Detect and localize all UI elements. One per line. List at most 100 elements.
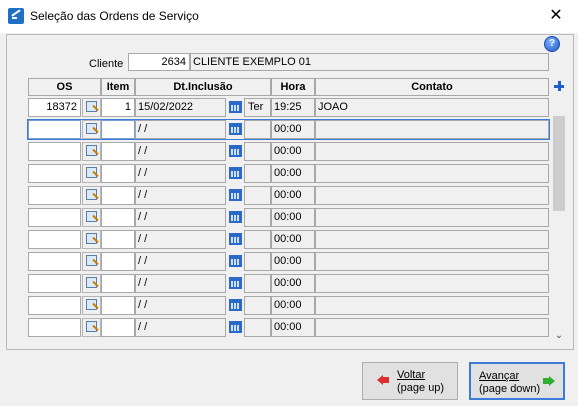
table-row[interactable]: / / 00:00 <box>7 185 573 207</box>
table-row[interactable]: / / 00:00 <box>7 229 573 251</box>
date-field: / / <box>135 252 226 271</box>
item-field[interactable] <box>101 274 135 293</box>
contato-field <box>315 318 549 337</box>
client-code-field[interactable]: 2634 <box>128 53 190 71</box>
item-field[interactable] <box>101 230 135 249</box>
search-os-button[interactable] <box>82 98 101 117</box>
item-field[interactable] <box>101 164 135 183</box>
magnifier-icon <box>86 167 97 178</box>
contato-field <box>315 252 549 271</box>
add-row-icon[interactable] <box>553 80 565 92</box>
date-field: / / <box>135 296 226 315</box>
hora-field: 00:00 <box>271 318 315 337</box>
search-os-button[interactable] <box>82 296 101 315</box>
calendar-button[interactable] <box>227 230 244 249</box>
table-row[interactable]: / / 00:00 <box>7 273 573 295</box>
hora-field: 00:00 <box>271 186 315 205</box>
date-field: / / <box>135 274 226 293</box>
calendar-button[interactable] <box>227 208 244 227</box>
title-bar: Seleção das Ordens de Serviço ✕ <box>0 0 578 33</box>
os-field[interactable] <box>28 296 81 315</box>
magnifier-icon <box>86 123 97 134</box>
magnifier-icon <box>86 145 97 156</box>
table-row[interactable]: / / 00:00 <box>7 119 573 141</box>
calendar-button[interactable] <box>227 274 244 293</box>
client-name-field: CLIENTE EXEMPLO 01 <box>190 53 549 71</box>
header-date[interactable]: Dt.Inclusão <box>135 78 271 96</box>
search-os-button[interactable] <box>82 274 101 293</box>
scrollbar-thumb[interactable] <box>553 116 565 211</box>
search-os-button[interactable] <box>82 164 101 183</box>
vertical-scrollbar[interactable]: ⌄ <box>551 98 567 343</box>
scroll-down-icon[interactable]: ⌄ <box>551 329 567 343</box>
calendar-button[interactable] <box>227 186 244 205</box>
item-field[interactable] <box>101 142 135 161</box>
item-field[interactable] <box>101 252 135 271</box>
item-field[interactable] <box>101 318 135 337</box>
header-item[interactable]: Item <box>101 78 135 96</box>
calendar-icon <box>229 145 242 157</box>
calendar-icon <box>229 123 242 135</box>
date-field: / / <box>135 230 226 249</box>
table-row[interactable]: / / 00:00 <box>7 141 573 163</box>
contato-field <box>315 142 549 161</box>
hora-field: 00:00 <box>271 296 315 315</box>
os-field[interactable] <box>28 274 81 293</box>
back-button[interactable]: Voltar (page up) <box>362 362 458 400</box>
search-os-button[interactable] <box>82 252 101 271</box>
calendar-icon <box>229 167 242 179</box>
calendar-button[interactable] <box>227 98 244 117</box>
table-row[interactable]: 18372 1 15/02/2022 Ter 19:25 JOAO <box>7 97 573 119</box>
next-button[interactable]: Avançar (page down) <box>469 362 565 400</box>
calendar-icon <box>229 277 242 289</box>
search-os-button[interactable] <box>82 120 101 139</box>
search-os-button[interactable] <box>82 142 101 161</box>
os-field[interactable] <box>28 186 81 205</box>
calendar-button[interactable] <box>227 120 244 139</box>
calendar-button[interactable] <box>227 252 244 271</box>
item-field[interactable] <box>101 208 135 227</box>
item-field[interactable] <box>101 296 135 315</box>
date-field: / / <box>135 208 226 227</box>
hora-field: 00:00 <box>271 142 315 161</box>
calendar-button[interactable] <box>227 164 244 183</box>
search-os-button[interactable] <box>82 318 101 337</box>
weekday-field <box>244 230 271 249</box>
calendar-icon <box>229 189 242 201</box>
weekday-field <box>244 296 271 315</box>
os-field[interactable]: 18372 <box>28 98 81 117</box>
os-field[interactable] <box>28 120 81 139</box>
magnifier-icon <box>86 211 97 222</box>
calendar-button[interactable] <box>227 318 244 337</box>
hora-field: 00:00 <box>271 252 315 271</box>
os-field[interactable] <box>28 208 81 227</box>
os-field[interactable] <box>28 230 81 249</box>
table-row[interactable]: / / 00:00 <box>7 163 573 185</box>
calendar-button[interactable] <box>227 142 244 161</box>
item-field[interactable] <box>101 120 135 139</box>
header-hora[interactable]: Hora <box>271 78 315 96</box>
close-button[interactable]: ✕ <box>534 0 578 33</box>
arrow-right-icon <box>543 376 555 386</box>
os-field[interactable] <box>28 164 81 183</box>
search-os-button[interactable] <box>82 186 101 205</box>
os-field[interactable] <box>28 252 81 271</box>
help-icon[interactable]: ? <box>544 36 560 52</box>
search-os-button[interactable] <box>82 230 101 249</box>
search-os-button[interactable] <box>82 208 101 227</box>
table-row[interactable]: / / 00:00 <box>7 295 573 317</box>
item-field[interactable]: 1 <box>101 98 135 117</box>
table-row[interactable]: / / 00:00 <box>7 207 573 229</box>
calendar-button[interactable] <box>227 296 244 315</box>
os-field[interactable] <box>28 142 81 161</box>
table-row[interactable]: / / 00:00 <box>7 317 573 339</box>
header-os[interactable]: OS <box>28 78 101 96</box>
header-contato[interactable]: Contato <box>315 78 549 96</box>
table-row[interactable]: / / 00:00 <box>7 251 573 273</box>
back-button-label: Voltar (page up) <box>397 369 445 394</box>
os-field[interactable] <box>28 318 81 337</box>
date-field: / / <box>135 120 226 139</box>
item-field[interactable] <box>101 186 135 205</box>
magnifier-icon <box>86 101 97 112</box>
weekday-field <box>244 252 271 271</box>
